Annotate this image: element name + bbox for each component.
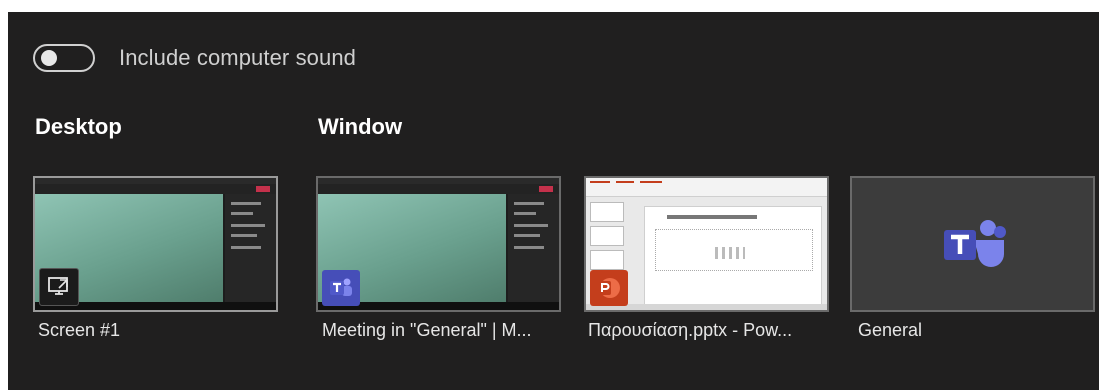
tile-powerpoint-window[interactable] [584, 176, 829, 312]
toggle-knob [41, 50, 57, 66]
general-thumbnail [852, 178, 1093, 310]
tile-caption-powerpoint: Παρουσίαση.pptx - Pow... [588, 320, 793, 340]
screen-share-icon [39, 268, 79, 306]
section-desktop: Desktop [35, 114, 122, 139]
tile-screen-1[interactable] [33, 176, 278, 312]
share-tray: Include computer sound Desktop Window Sc… [8, 12, 1099, 390]
section-window: Window [318, 114, 403, 139]
tile-general-window[interactable] [850, 176, 1095, 312]
powerpoint-icon [590, 270, 628, 306]
tile-meeting-window[interactable] [316, 176, 561, 312]
tile-caption-meeting: Meeting in "General" | M... [322, 320, 532, 340]
teams-icon [322, 270, 360, 306]
include-sound-toggle[interactable] [33, 44, 95, 72]
tile-caption-screen: Screen #1 [38, 320, 121, 340]
teams-icon [943, 220, 1006, 267]
tile-caption-general: General [858, 320, 923, 340]
include-sound-label: Include computer sound [119, 45, 357, 70]
sound-toggle-row: Include computer sound [33, 42, 356, 74]
